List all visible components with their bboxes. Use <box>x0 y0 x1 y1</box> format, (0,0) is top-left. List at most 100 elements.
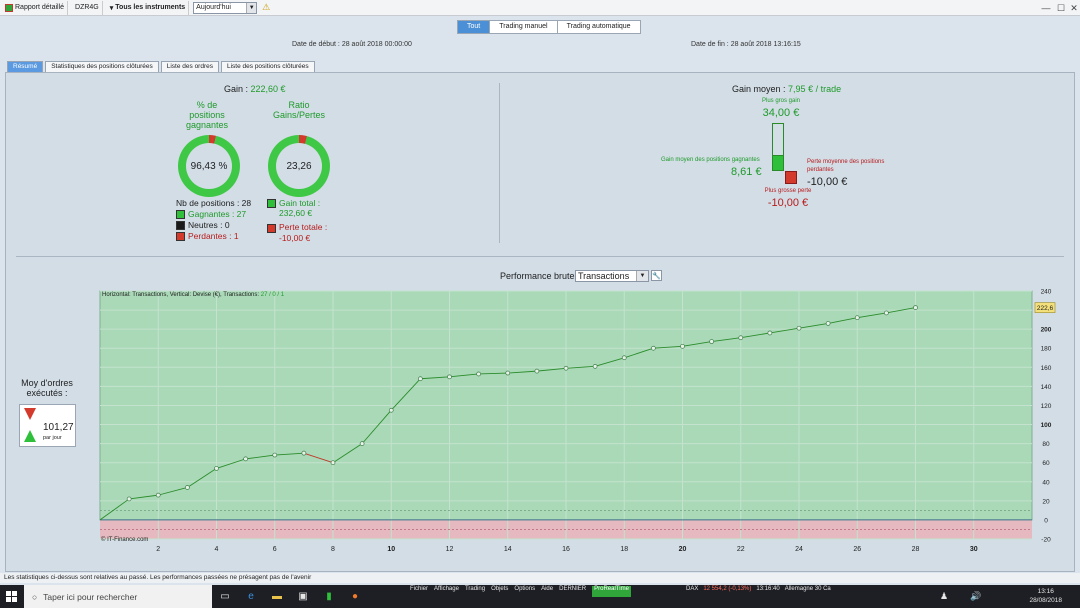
chart-point <box>884 310 889 316</box>
menu-prorealtime[interactable]: ProRealTime <box>592 586 631 597</box>
taskbar: ○ Taper ici pour rechercher ▭ e ▬ ▣ ▮ ● … <box>0 585 1080 608</box>
start-date: Date de début : 28 août 2018 00:00:00 <box>292 41 412 48</box>
edge-icon[interactable]: e <box>238 585 264 608</box>
avg-gain-label: Gain moyen : <box>732 84 786 94</box>
gain-value: 222,60 € <box>250 84 286 94</box>
chart-point <box>301 450 307 456</box>
chart-x-tick: 6 <box>273 546 277 553</box>
chart-point <box>155 492 161 498</box>
search-placeholder: Taper ici pour rechercher <box>43 591 138 602</box>
chart-point <box>534 368 540 374</box>
taskbar-search[interactable]: ○ Taper ici pour rechercher <box>24 585 212 608</box>
chart-point <box>476 371 481 377</box>
chart-x-tick: 24 <box>795 546 803 553</box>
firefox-icon[interactable]: ● <box>342 585 368 608</box>
wrench-icon[interactable]: 🔧 <box>651 270 662 281</box>
menu-affichage[interactable]: Affichage <box>434 586 459 597</box>
report-tabs: Résumé Statistiques des positions clôtur… <box>7 61 315 72</box>
dax-ticker[interactable]: DAX 12 554,2 (-0,13%) 13:16:40 Allemagne… <box>686 586 831 592</box>
menu-trading[interactable]: Trading <box>465 586 485 597</box>
folder-icon[interactable]: ▬ <box>264 585 290 608</box>
perf-mode-select[interactable]: Transactions ▼ <box>575 270 649 282</box>
orders-per-day-card: 101,27 par jour <box>19 404 76 447</box>
system-clock[interactable]: 13:16 28/08/2018 <box>1029 587 1062 605</box>
search-icon: ○ <box>32 591 38 602</box>
chart-x-tick: 12 <box>446 546 454 553</box>
win-title-line1: % de <box>196 100 218 110</box>
chart-y-tick: 200 <box>1041 327 1052 334</box>
chart-x-tick: 30 <box>970 546 978 553</box>
chart-point <box>854 315 860 321</box>
perte-totale-label: Perte totale : <box>279 222 328 233</box>
avg-gain-header: Gain moyen : 7,95 € / trade <box>732 84 841 94</box>
chart-point <box>418 376 423 382</box>
task-view-icon[interactable]: ▭ <box>212 585 238 608</box>
chart-y-tick: 80 <box>1042 441 1050 448</box>
totals: Gain total : 232,60 € Perte totale : -10… <box>267 198 327 243</box>
maximize-icon[interactable]: ☐ <box>1055 2 1067 14</box>
tab-stats[interactable]: Statistiques des positions clôturées <box>45 61 159 72</box>
chart-point <box>796 325 802 331</box>
chevron-down-icon: ▾ <box>109 4 114 12</box>
filter-all[interactable]: Tout <box>458 21 491 33</box>
legend-swatch-neutral <box>176 221 185 231</box>
vertical-divider <box>499 83 500 243</box>
perf-title: Performance brute <box>500 271 575 281</box>
people-icon[interactable]: ♟ <box>940 591 948 602</box>
chart-point <box>651 345 656 351</box>
chart-x-tick: 22 <box>737 546 745 553</box>
arrow-up-icon <box>24 430 36 442</box>
account-label[interactable]: DZR4G <box>72 0 103 15</box>
win-rate-title: % de positions gagnantes <box>174 100 240 130</box>
filter-manual[interactable]: Trading manuel <box>490 21 558 33</box>
chart-y-tick: 120 <box>1041 403 1052 410</box>
chevron-down-icon: ▼ <box>246 2 257 13</box>
chart-x-tick: 16 <box>562 546 570 553</box>
best-gain-value: 34,00 € <box>762 107 800 119</box>
menu-options[interactable]: Options <box>514 586 535 597</box>
minimize-icon[interactable]: — <box>1040 2 1052 14</box>
chart-point <box>243 456 248 462</box>
chart-point <box>214 466 219 471</box>
perte-totale-value: -10,00 € <box>279 232 311 243</box>
close-icon[interactable]: ✕ <box>1068 2 1080 14</box>
report-button[interactable]: Rapport détaillé <box>2 0 69 15</box>
chart-point <box>621 355 627 361</box>
gain-total-value: 232,60 € <box>279 208 313 219</box>
dax-instrument: Allemagne 30 Ca <box>784 586 831 592</box>
chart-point <box>272 452 278 458</box>
prorealtime-icon[interactable]: ▮ <box>316 585 342 608</box>
instruments-dropdown[interactable]: ▾ Tous les instruments <box>107 0 190 15</box>
avg-loss-label: Perte moyenne des positions perdantes <box>807 159 885 173</box>
legend-swatch-loss-total <box>267 223 276 233</box>
tab-orders[interactable]: Liste des ordres <box>160 61 219 72</box>
filter-auto[interactable]: Trading automatique <box>558 21 640 33</box>
store-icon[interactable]: ▣ <box>290 585 316 608</box>
chart-point <box>447 374 452 380</box>
menu-aide[interactable]: Aide <box>541 586 553 597</box>
warning-icon[interactable]: ⚠ <box>261 2 271 13</box>
dax-time: 13:16:40 <box>756 586 780 592</box>
menu-fichier[interactable]: Fichier <box>410 586 428 597</box>
tab-resume[interactable]: Résumé <box>7 61 44 72</box>
chart-watermark: © IT-Finance.com <box>101 537 149 543</box>
legend-swatch-win <box>176 210 185 220</box>
chart-x-tick: 14 <box>504 546 512 553</box>
volume-icon[interactable]: 🔊 <box>970 591 981 602</box>
menu-objets[interactable]: Objets <box>491 586 508 597</box>
period-select[interactable]: Aujourd'hui ▼ <box>193 1 258 14</box>
period-value: Aujourd'hui <box>196 4 231 11</box>
avg-win-label: Gain moyen des positions gagnantes <box>661 157 760 163</box>
chart-y-tick: 240 <box>1041 289 1052 296</box>
chart-y-tick: 140 <box>1041 384 1052 391</box>
ratio-donut: 23,26 <box>268 135 330 197</box>
positions-breakdown: Nb de positions : 28 Gagnantes : 27 Neut… <box>176 198 251 242</box>
dax-label: DAX <box>686 586 699 592</box>
nb-positions: Nb de positions : 28 <box>176 198 252 208</box>
chart-point <box>680 343 685 349</box>
gain-header: Gain : 222,60 € <box>224 84 286 94</box>
menu-dernier[interactable]: DERNIER <box>559 586 586 597</box>
gain-total-label: Gain total : <box>279 198 321 208</box>
tab-positions[interactable]: Liste des positions clôturées <box>221 61 315 72</box>
windows-start-icon[interactable] <box>6 591 17 602</box>
